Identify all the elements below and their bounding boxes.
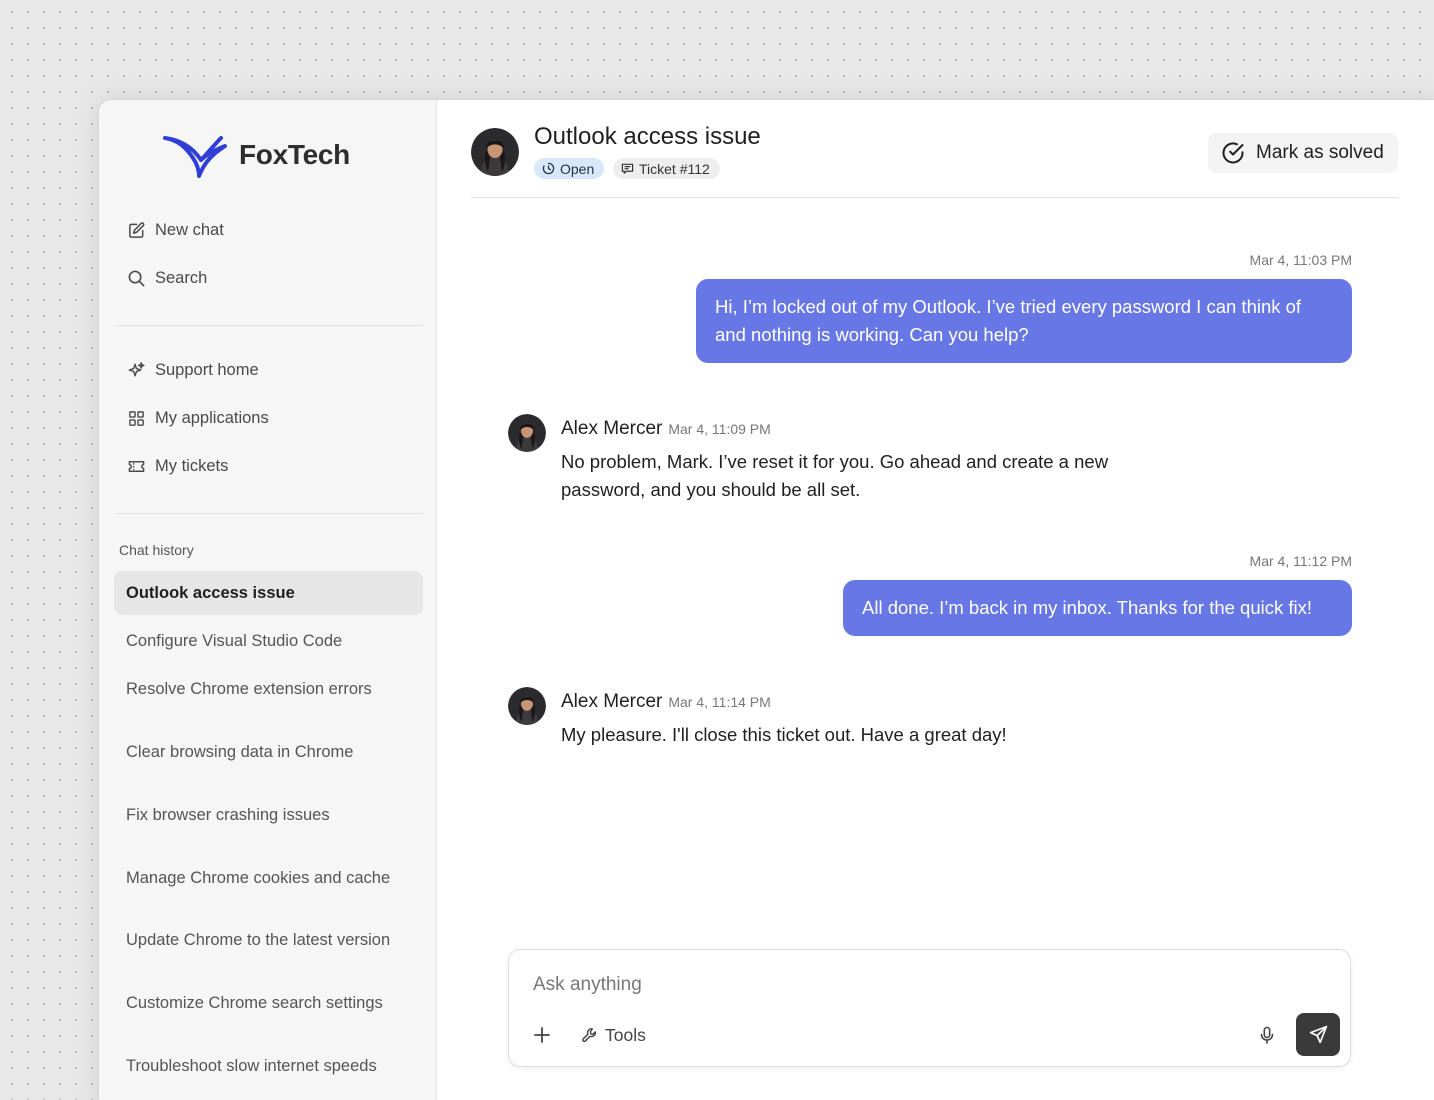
agent-avatar: [508, 414, 546, 452]
history-item-active[interactable]: Outlook access issue: [114, 571, 423, 615]
microphone-button[interactable]: [1255, 1023, 1279, 1047]
tools-label: Tools: [605, 1024, 646, 1045]
fox-logo-icon: [163, 136, 227, 178]
history-item[interactable]: Configure Visual Studio Code: [114, 619, 423, 663]
check-circle-icon: [1222, 142, 1244, 164]
history-item[interactable]: Troubleshoot slow internet speeds: [114, 1044, 423, 1088]
user-message-bubble: Hi, I’m locked out of my Outlook. I’ve t…: [696, 279, 1352, 363]
sidebar-item-my-tickets[interactable]: My tickets: [115, 444, 423, 488]
page-title: Outlook access issue: [534, 123, 761, 150]
sidebar-item-label: My tickets: [155, 456, 229, 475]
history-item[interactable]: Customize Chrome search settings: [114, 981, 423, 1025]
history-item[interactable]: Fix browser crashing issues: [114, 793, 423, 837]
chat-history-heading: Chat history: [119, 542, 194, 558]
mark-as-solved-button[interactable]: Mark as solved: [1208, 133, 1398, 173]
send-button[interactable]: [1296, 1013, 1340, 1056]
send-icon: [1309, 1025, 1327, 1044]
agent-message-text: My pleasure. I'll close this ticket out.…: [561, 724, 1007, 745]
tools-button[interactable]: Tools: [581, 1022, 646, 1048]
sidebar-item-label: My applications: [155, 408, 269, 427]
avatar: [471, 128, 519, 176]
new-chat-button[interactable]: New chat: [115, 208, 423, 252]
app-window: FoxTech New chat Search Support home My …: [99, 100, 1434, 1100]
sidebar-divider: [115, 513, 423, 514]
mark-as-solved-label: Mark as solved: [1256, 142, 1384, 163]
microphone-icon: [1260, 1026, 1274, 1044]
agent-avatar: [508, 687, 546, 725]
header-divider: [471, 197, 1398, 198]
status-clock-icon: [542, 162, 555, 175]
chat-panel: Outlook access issue Open Ticket #112 Ma…: [437, 100, 1434, 1100]
search-button[interactable]: Search: [115, 256, 423, 300]
status-text: Open: [560, 160, 595, 177]
search-icon: [126, 268, 146, 288]
search-label: Search: [155, 268, 208, 287]
message-input[interactable]: [533, 970, 1233, 1000]
message-timestamp: Mar 4, 11:03 PM: [1249, 252, 1352, 268]
wrench-icon: [582, 1028, 597, 1043]
agent-message-text: No problem, Mark. I’ve reset it for you.…: [561, 451, 1109, 500]
edit-icon: [126, 220, 146, 240]
sidebar-item-support-home[interactable]: Support home: [115, 348, 423, 392]
ticket-message-icon: [621, 163, 634, 174]
message-timestamp: Mar 4, 11:14 PM: [668, 694, 771, 710]
agent-name-row: Alex Mercer Mar 4, 11:14 PM: [561, 691, 771, 713]
brand-logo[interactable]: FoxTech: [163, 132, 350, 178]
sidebar-divider: [115, 325, 423, 326]
sidebar-item-my-applications[interactable]: My applications: [115, 396, 423, 440]
message-timestamp: Mar 4, 11:09 PM: [668, 421, 771, 437]
user-message-bubble: All done. I’m back in my inbox. Thanks f…: [843, 580, 1352, 636]
agent-name: Alex Mercer: [561, 691, 663, 712]
message-timestamp: Mar 4, 11:12 PM: [1249, 553, 1352, 569]
ticket-badge: Ticket #112: [613, 158, 720, 179]
agent-name-row: Alex Mercer Mar 4, 11:09 PM: [561, 418, 771, 440]
history-item[interactable]: Manage Chrome cookies and cache: [114, 856, 423, 900]
message-composer: Tools: [508, 949, 1351, 1067]
ticket-number: Ticket #112: [639, 160, 710, 177]
attach-button[interactable]: [529, 1022, 555, 1048]
new-chat-label: New chat: [155, 220, 224, 239]
sidebar-item-label: Support home: [155, 360, 259, 379]
brand-name: FoxTech: [239, 139, 350, 170]
sidebar: FoxTech New chat Search Support home My …: [99, 100, 437, 1100]
history-item[interactable]: Update Chrome to the latest version: [114, 918, 423, 962]
plus-icon: [534, 1027, 550, 1043]
history-item[interactable]: Resolve Chrome extension errors: [114, 667, 423, 711]
history-item[interactable]: Clear browsing data in Chrome: [114, 730, 423, 774]
agent-name: Alex Mercer: [561, 418, 663, 439]
grid-icon: [126, 408, 146, 428]
ticket-icon: [126, 456, 146, 476]
status-badge: Open: [534, 158, 605, 179]
sparkle-icon: [126, 360, 146, 380]
